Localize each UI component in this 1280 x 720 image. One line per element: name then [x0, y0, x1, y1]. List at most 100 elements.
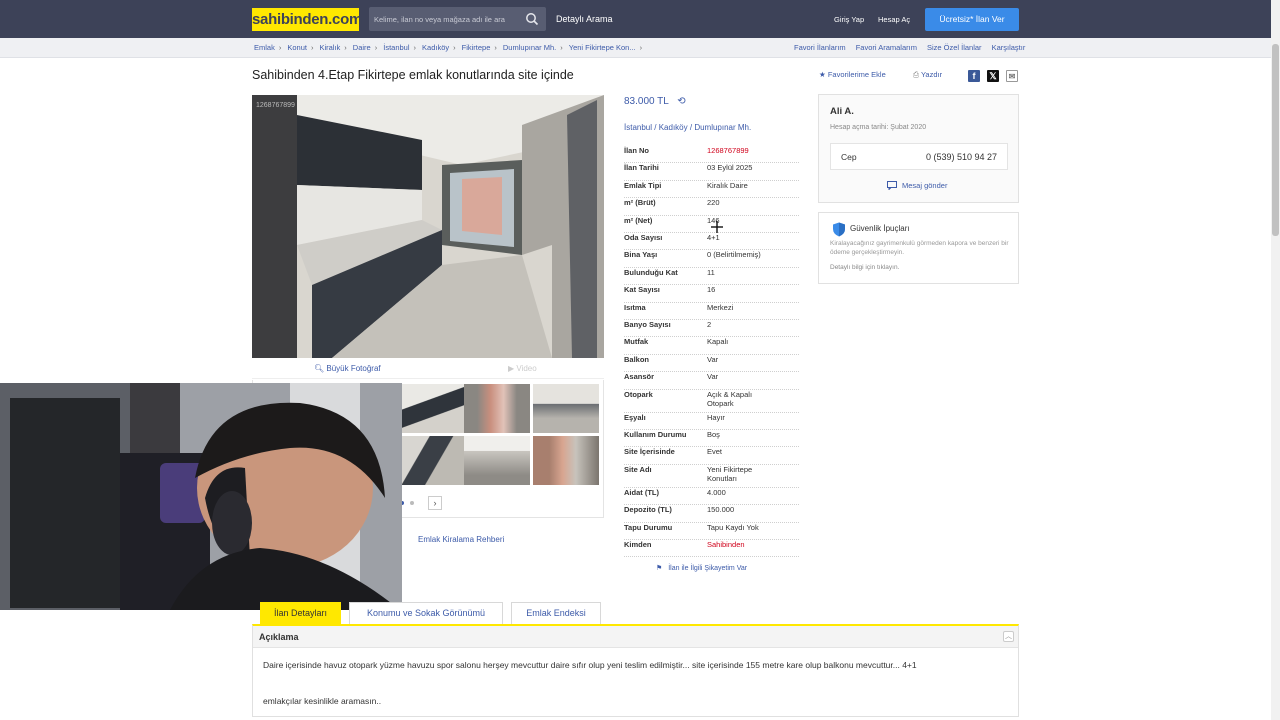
spec-label: Tapu Durumu [624, 522, 673, 532]
description-header: Açıklama ︿ [253, 626, 1018, 648]
chevron-right-icon[interactable]: › [428, 496, 442, 510]
thumbnail[interactable] [464, 436, 530, 485]
login-link[interactable]: Giriş Yap [834, 15, 864, 24]
facebook-icon[interactable]: f [968, 70, 980, 82]
breadcrumb: Emlak › Konut › Kiralık › Daire › İstanbul › … [254, 43, 648, 52]
tab-location-street-view[interactable]: Konumu ve Sokak Görünümü [349, 602, 503, 624]
spec-row: Aidat (TL) 4.000 [624, 488, 799, 506]
x-icon[interactable]: 𝕏 [987, 70, 999, 82]
register-link[interactable]: Hesap Aç [878, 15, 910, 24]
spec-label: İlan Tarihi [624, 163, 659, 173]
member-since: Hesap açma tarihi: Şubat 2020 [830, 124, 927, 131]
for-you-listings-link[interactable]: Size Özel İlanlar [927, 43, 982, 52]
spec-label: Kimden [624, 540, 652, 549]
pager-dot[interactable] [410, 501, 414, 505]
safety-more-link[interactable]: Detaylı bilgi için tıklayın. [830, 264, 899, 271]
add-favorites-link[interactable]: ★ Favorilerime Ekle [819, 70, 886, 79]
spec-row: Kimden Sahibinden [624, 540, 799, 558]
main-photo[interactable]: 1268767899 [252, 95, 604, 358]
video-button[interactable]: ▶ Video [508, 364, 537, 373]
mail-icon[interactable]: ✉ [1006, 70, 1018, 82]
spec-row: Banyo Sayısı 2 [624, 320, 799, 338]
photo-tabs: 🔍︎ Büyük Fotoğraf ▶ Video [252, 360, 604, 379]
spec-value: Merkezi [707, 302, 734, 312]
thumbnail[interactable] [533, 384, 599, 433]
thumbnail[interactable] [401, 436, 467, 485]
spec-value: 0 (Belirtilmemiş) [707, 250, 761, 260]
breadcrumb-item[interactable]: Konut [287, 43, 307, 52]
spec-row: İlan No 1268767899 [624, 146, 799, 164]
spec-value: Var [707, 372, 719, 382]
send-message-button[interactable]: Mesaj gönder [887, 181, 947, 190]
post-ad-button[interactable]: Ücretsiz* İlan Ver [925, 8, 1019, 31]
spec-label: Balkon [624, 354, 650, 364]
spec-label: m² (Brüt) [624, 198, 656, 208]
spec-row: Depozito (TL) 150.000 [624, 505, 799, 523]
spec-row: Bina Yaşı 0 (Belirtilmemiş) [624, 250, 799, 268]
print-link[interactable]: ⎙ Yazdır [913, 70, 942, 80]
spec-value: 1268767899 [707, 146, 749, 155]
send-message-label: Mesaj gönder [902, 181, 948, 190]
breadcrumb-item[interactable]: İstanbul [383, 43, 409, 52]
thumbnail[interactable] [464, 384, 530, 433]
spec-row: Otopark Açık & Kapalı Otopark [624, 390, 799, 413]
top-header: sahibinden.com Detaylı Arama Giriş Yap H… [0, 0, 1280, 38]
breadcrumb-item[interactable]: Dumlupınar Mh. [503, 43, 556, 52]
seller-box: Ali A. Hesap açma tarihi: Şubat 2020 Cep… [818, 94, 1019, 203]
breadcrumb-item[interactable]: Kiralık [319, 43, 340, 52]
history-icon[interactable]: ⟲ [677, 96, 685, 107]
breadcrumb-item[interactable]: Emlak [254, 43, 275, 52]
chat-icon [887, 181, 897, 190]
breadcrumb-item[interactable]: Kadıköy [422, 43, 449, 52]
video-label: Video [516, 364, 537, 373]
rental-guide-link[interactable]: Emlak Kiralama Rehberi [418, 535, 504, 544]
thumbnail[interactable] [533, 436, 599, 485]
favorite-listings-link[interactable]: Favori İlanlarım [794, 43, 846, 52]
breadcrumb-separator: › [278, 43, 282, 52]
spec-value: 150.000 [707, 505, 735, 515]
breadcrumb-separator: › [560, 43, 563, 52]
spec-label: Site Adı [624, 464, 652, 474]
safety-tips-box: Güvenlik İpuçları Kiralayacağınız gayrim… [818, 212, 1019, 284]
phone-box: Cep 0 (539) 510 94 27 [830, 143, 1008, 170]
crosshair-cursor-icon [711, 221, 723, 233]
spec-label: Site İçerisinde [624, 447, 675, 457]
site-logo[interactable]: sahibinden.com [252, 8, 362, 31]
spec-row: Site Adı Yeni Fikirtepe Konutları [624, 465, 799, 488]
breadcrumb-item[interactable]: Daire [353, 43, 371, 52]
thumbnail[interactable] [401, 384, 467, 433]
favorite-searches-link[interactable]: Favori Aramalarım [856, 43, 917, 52]
collapse-icon[interactable]: ︿ [1003, 631, 1014, 642]
phone-number[interactable]: 0 (539) 510 94 27 [926, 152, 997, 162]
tab-listing-details[interactable]: İlan Detayları [260, 602, 341, 624]
advanced-search-link[interactable]: Detaylı Arama [556, 14, 613, 24]
compare-link[interactable]: Karşılaştır [992, 43, 1026, 52]
spec-value: Sahibinden [707, 540, 745, 549]
gallery-pager: › [400, 496, 442, 510]
shield-icon [833, 222, 845, 237]
spec-row: Emlak Tipi Kiralık Daire [624, 181, 799, 199]
location-neighborhood[interactable]: Dumlupınar Mh. [694, 123, 751, 132]
spec-label: Depozito (TL) [624, 505, 672, 515]
spec-label: Otopark [624, 389, 653, 399]
location-district[interactable]: Kadıköy [659, 123, 688, 132]
search-input[interactable] [369, 7, 521, 31]
complaint-link[interactable]: ⚑ İlan ile İlgili Şikayetim Var [656, 564, 747, 572]
big-photo-button[interactable]: 🔍︎ Büyük Fotoğraf [314, 364, 381, 373]
spec-value: Tapu Kaydı Yok [707, 522, 759, 532]
breadcrumb-item[interactable]: Yeni Fikirtepe Kon... [569, 43, 636, 52]
spec-value: 4+1 [707, 233, 720, 242]
play-icon: ▶ [508, 364, 515, 373]
spec-label: Asansör [624, 372, 655, 382]
spec-label: Mutfak [624, 337, 649, 347]
printer-icon: ⎙ [913, 70, 919, 79]
tab-real-estate-index[interactable]: Emlak Endeksi [511, 602, 601, 624]
spec-value: Evet [707, 447, 723, 457]
location-city[interactable]: İstanbul [624, 123, 652, 132]
breadcrumb-item[interactable]: Fikirtepe [462, 43, 491, 52]
seller-name[interactable]: Ali A. [830, 106, 854, 117]
spec-value: Açık & Kapalı Otopark [707, 389, 753, 408]
search-icon[interactable] [525, 12, 539, 26]
scrollbar-thumb[interactable] [1272, 44, 1279, 236]
spec-value: 220 [707, 198, 720, 208]
